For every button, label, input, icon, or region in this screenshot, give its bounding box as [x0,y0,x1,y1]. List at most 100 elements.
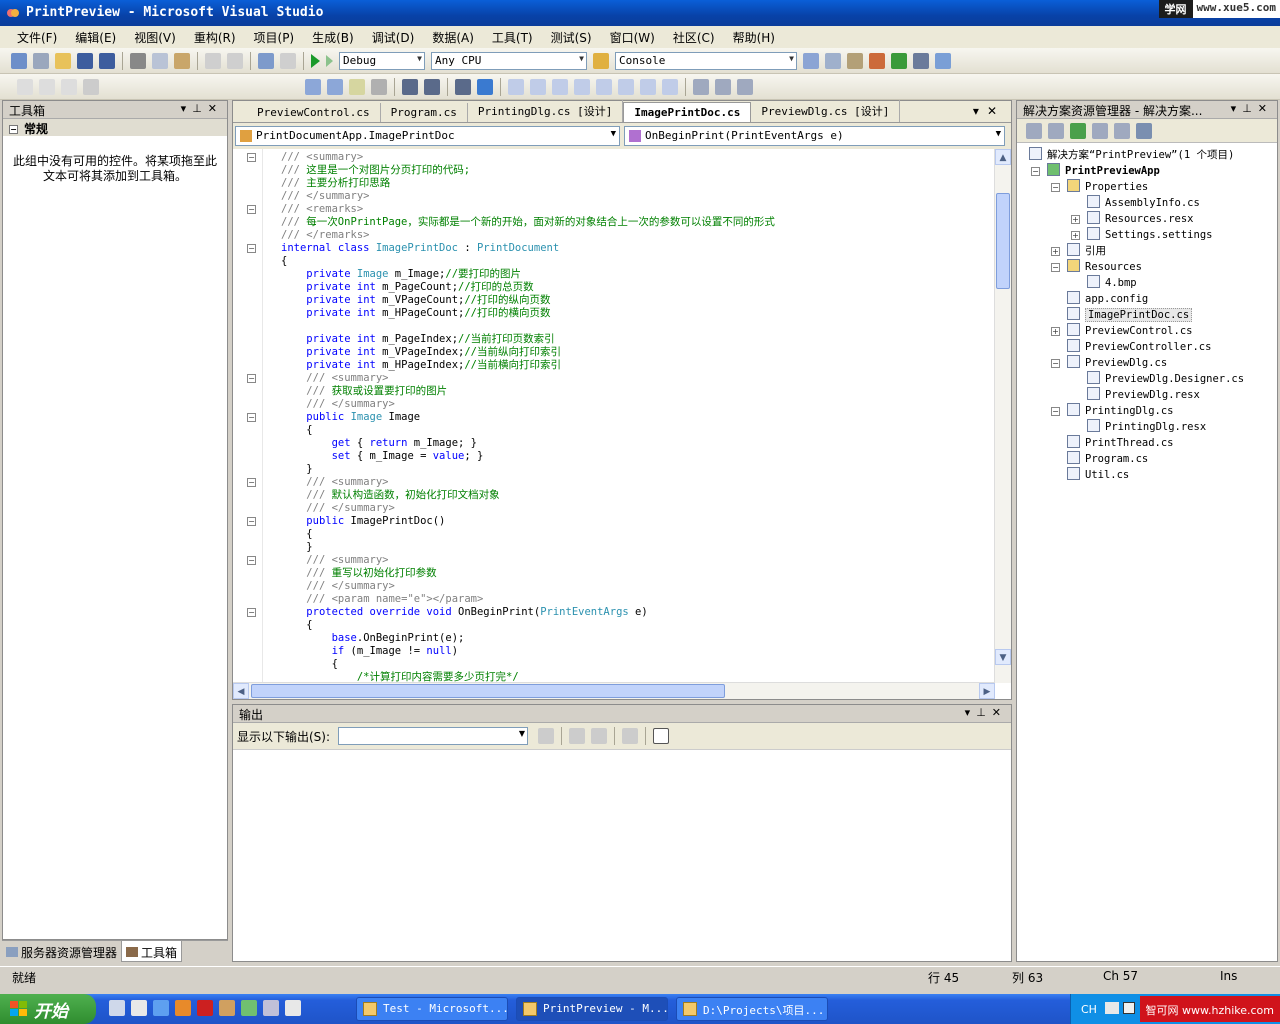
bookmark-window-icon[interactable] [640,78,656,95]
taskbar-task[interactable]: D:\Projects\项目... [676,997,828,1021]
show-all-files-icon[interactable] [1048,122,1064,139]
collapse-icon[interactable]: − [1051,407,1060,416]
view-designer-icon[interactable] [1114,122,1130,139]
output-text-area[interactable] [233,749,1011,961]
next-message-icon[interactable] [591,728,608,744]
auto-hide-icon[interactable]: ⊥ [1242,102,1258,115]
types-dropdown[interactable]: PrintDocumentApp.ImagePrintDoc ▼ [235,126,620,146]
find-combo[interactable]: Console ▼ [615,51,797,70]
tree-item[interactable]: PrintPreviewApp [1047,163,1160,179]
properties-icon[interactable] [1026,122,1042,139]
undo-icon[interactable] [205,52,221,69]
close-icon[interactable]: ✕ [1258,102,1273,115]
fold-toggle-icon[interactable]: − [247,413,256,422]
auto-hide-icon[interactable]: ⊥ [976,706,992,719]
tree-item[interactable]: PrintThread.cs [1067,435,1174,451]
tree-item[interactable]: app.config [1067,291,1148,307]
menu-item[interactable]: 项目(P) [245,27,304,48]
tree-item[interactable]: PreviewDlg.cs [1067,355,1167,371]
tree-item[interactable]: PreviewControl.cs [1067,323,1192,339]
call-stack-icon[interactable] [715,78,731,95]
menu-item[interactable]: 文件(F) [8,27,66,48]
add-item-icon[interactable] [33,52,49,69]
start-without-debugging-icon[interactable] [326,54,333,67]
document-tab[interactable]: PreviewDlg.cs [设计] [751,100,901,122]
messenger-icon[interactable] [285,1000,301,1016]
language-indicator[interactable]: CH [1081,1003,1097,1016]
output-source-select[interactable]: ▼ [338,727,529,745]
scroll-right-icon[interactable]: ▶ [979,683,995,699]
comment-out-icon[interactable] [455,78,471,95]
active-files-icon[interactable]: ▾ [973,104,987,118]
expand-icon[interactable]: + [1051,247,1060,256]
refresh-icon[interactable] [1070,122,1086,139]
fold-toggle-icon[interactable]: − [247,153,256,162]
members-dropdown[interactable]: OnBeginPrint(PrintEventArgs e) ▼ [623,126,1005,146]
configuration-select[interactable]: Debug ▼ [339,51,425,70]
vertical-scroll-thumb[interactable] [996,193,1010,289]
fold-toggle-icon[interactable]: − [247,608,256,617]
properties-icon[interactable] [847,52,863,69]
collapse-icon[interactable]: − [1051,183,1060,192]
prev-bookmark-folder-icon[interactable] [574,78,590,95]
tree-item[interactable]: 引用 [1067,243,1106,259]
tree-item[interactable]: Settings.settings [1087,227,1212,243]
cut-icon[interactable] [130,52,146,69]
expand-icon[interactable]: + [1051,327,1060,336]
menu-item[interactable]: 工具(T) [483,27,542,48]
scroll-up-icon[interactable]: ▲ [995,149,1011,165]
taskbar-task[interactable]: Test - Microsoft... [356,997,508,1021]
media-player-icon[interactable] [131,1000,147,1016]
tree-item[interactable]: Program.cs [1067,451,1148,467]
calculator-icon[interactable] [263,1000,279,1016]
horizontal-scrollbar[interactable]: ◀ ▶ [233,682,995,699]
tree-item[interactable]: ImagePrintDoc.cs [1067,307,1193,323]
app-icon[interactable] [219,1000,235,1016]
help-icon[interactable] [1123,1002,1135,1014]
next-bookmark-folder-icon[interactable] [596,78,612,95]
document-tab[interactable]: PreviewControl.cs [247,103,381,122]
fold-toggle-icon[interactable]: − [247,517,256,526]
collapse-icon[interactable]: − [1031,167,1040,176]
tree-item[interactable]: 4.bmp [1087,275,1137,291]
output-window-icon[interactable] [693,78,709,95]
object-browser-icon[interactable] [305,78,321,95]
toggle-bookmark-icon[interactable] [508,78,524,95]
clear-bookmarks-icon[interactable] [618,78,634,95]
scroll-down-icon[interactable]: ▼ [995,649,1011,665]
quick-info-icon[interactable] [349,78,365,95]
expand-icon[interactable]: + [1071,215,1080,224]
previous-bookmark-icon[interactable] [530,78,546,95]
navigate-forward-icon[interactable] [280,52,296,69]
find-icon[interactable] [803,52,819,69]
document-tab[interactable]: PrintingDlg.cs [设计] [468,100,624,122]
save-all-icon[interactable] [99,52,115,69]
auto-hide-icon[interactable]: ⊥ [192,102,208,115]
acrobat-icon[interactable] [197,1000,213,1016]
start-button[interactable]: 开始 [0,994,96,1024]
complete-word-icon[interactable] [371,78,387,95]
new-project-icon[interactable] [11,52,27,69]
menu-item[interactable]: 视图(V) [125,27,185,48]
uncomment-icon[interactable] [477,78,493,95]
toolbox-group-general[interactable]: − 常规 [3,119,227,136]
menu-item[interactable]: 测试(S) [542,27,601,48]
platform-select[interactable]: Any CPU ▼ [431,51,587,70]
document-tab[interactable]: Program.cs [381,103,468,122]
menu-item[interactable]: 社区(C) [664,27,724,48]
task-list-icon[interactable] [662,78,678,95]
tree-item[interactable]: Util.cs [1067,467,1129,483]
tree-item[interactable]: Resources [1067,259,1142,275]
scroll-left-icon[interactable]: ◀ [233,683,249,699]
collapse-icon[interactable]: − [1051,359,1060,368]
expand-icon[interactable]: + [1071,231,1080,240]
collapse-icon[interactable]: − [1051,263,1060,272]
window-position-icon[interactable]: ▾ [1231,102,1243,115]
decrease-indent-icon[interactable] [402,78,418,95]
collapse-icon[interactable]: − [9,125,18,134]
code-text-area[interactable]: −/// <summary>/// 这里是一个对图片分页打印的代码;/// 主要… [233,149,995,683]
fold-toggle-icon[interactable]: − [247,205,256,214]
show-desktop-icon[interactable] [109,1000,125,1016]
horizontal-scroll-thumb[interactable] [251,684,725,698]
fold-toggle-icon[interactable]: − [247,374,256,383]
